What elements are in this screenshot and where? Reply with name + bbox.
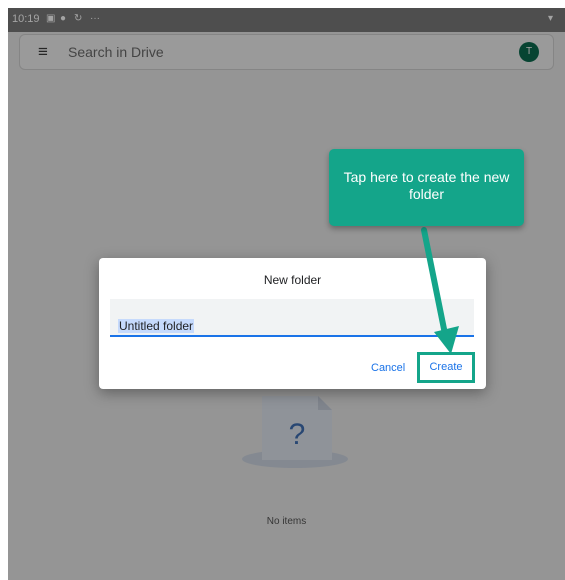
folder-name-field[interactable]: Untitled folder — [110, 299, 474, 337]
create-button[interactable]: Create — [417, 352, 475, 383]
app-frame: 10:19 ▣ ● ↻ ··· ▾ ≡ Search in Drive T ? … — [8, 8, 565, 580]
dialog-title: New folder — [263, 273, 322, 287]
callout-text: Tap here to create the new folder — [343, 169, 510, 202]
new-folder-dialog: New folder Untitled folder Cancel Create — [99, 258, 486, 389]
folder-name-value[interactable]: Untitled folder — [118, 319, 195, 333]
cancel-button[interactable]: Cancel — [371, 362, 405, 374]
callout-box: Tap here to create the new folder — [329, 149, 524, 226]
